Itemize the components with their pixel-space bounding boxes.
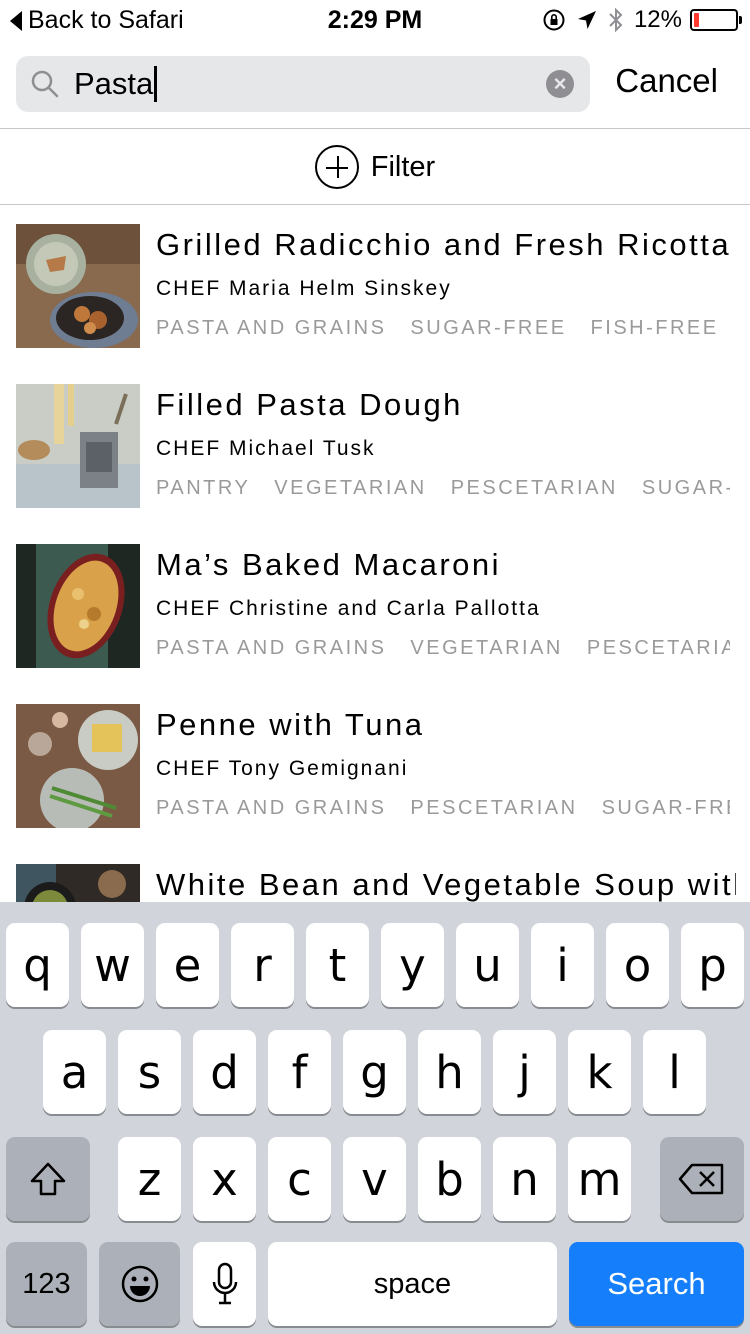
filter-button[interactable]: Filter [0,129,750,205]
key-x[interactable]: x [193,1137,256,1221]
search-input-value: Pasta [74,66,154,101]
back-to-safari-label: Back to Safari [28,6,184,34]
emoji-key[interactable] [99,1242,180,1326]
status-indicators: 12% [532,6,742,34]
microphone-icon [212,1262,237,1305]
key-c[interactable]: c [268,1137,331,1221]
plus-circle-icon [314,145,359,189]
recipe-chef: CHEF Tony Gemignani [156,757,409,780]
recipe-thumbnail [16,224,140,348]
keyboard: qwertyuiop asdfghjkl zxcvbnm 123 space S… [0,902,750,1334]
key-t[interactable]: t [306,923,369,1007]
location-arrow-icon [577,11,596,29]
dictation-key[interactable] [193,1242,256,1326]
recipe-chef: CHEF Michael Tusk [156,437,376,460]
filter-label: Filter [370,150,436,183]
emoji-icon [121,1265,158,1303]
back-arrow-icon [10,10,22,31]
recipe-chef: CHEF Christine and Carla Pallotta [156,597,541,620]
key-h[interactable]: h [418,1030,481,1114]
key-g[interactable]: g [343,1030,406,1114]
shift-icon [30,1162,66,1196]
cancel-button[interactable]: Cancel [615,62,718,100]
key-v[interactable]: v [343,1137,406,1221]
key-m[interactable]: m [568,1137,631,1221]
key-d[interactable]: d [193,1030,256,1114]
recipe-thumbnail [16,864,140,902]
recipe-tag: PESCETARIAN [586,637,730,659]
recipe-title: White Bean and Vegetable Soup with [156,867,736,902]
search-bar: Pasta × Cancel [16,56,734,112]
battery-percentage: 12% [633,6,682,33]
key-p[interactable]: p [681,923,744,1007]
key-w[interactable]: w [81,923,144,1007]
recipe-tag: PASTA AND GRAINS [156,637,387,659]
clear-x-icon: × [553,71,567,96]
recipe-title: Penne with Tuna [156,707,425,742]
key-l[interactable]: l [643,1030,706,1114]
key-i[interactable]: i [531,923,594,1007]
search-field[interactable]: Pasta × [16,56,590,112]
key-j[interactable]: j [493,1030,556,1114]
key-b[interactable]: b [418,1137,481,1221]
clear-search-button[interactable]: × [546,70,574,98]
recipe-title: Ma’s Baked Macaroni [156,547,502,582]
key-o[interactable]: o [606,923,669,1007]
key-z[interactable]: z [118,1137,181,1221]
recipe-tags: PASTA AND GRAINS VEGETARIAN PESCETARIAN [156,637,730,660]
key-e[interactable]: e [156,923,219,1007]
list-item[interactable]: Ma’s Baked Macaroni CHEF Christine and C… [0,525,750,685]
recipe-tag: VEGETARIAN [274,477,427,499]
list-item[interactable]: Grilled Radicchio and Fresh Ricotta CHEF… [0,205,750,365]
recipe-thumbnail [16,384,140,508]
battery-icon [690,9,742,31]
space-key[interactable]: space [268,1242,557,1326]
search-input[interactable]: Pasta [74,65,158,103]
key-k[interactable]: k [568,1030,631,1114]
battery-fill [694,13,699,27]
recipe-tags: PASTA AND GRAINS PESCETARIAN SUGAR-FREE [156,797,730,820]
key-n[interactable]: n [493,1137,556,1221]
key-q[interactable]: q [6,923,69,1007]
recipe-title: Filled Pasta Dough [156,387,463,422]
search-icon [31,70,59,98]
list-item[interactable]: Filled Pasta Dough CHEF Michael Tusk PAN… [0,365,750,525]
recipe-tag: SUGAR-FREE [641,477,730,499]
recipe-title: Grilled Radicchio and Fresh Ricotta [156,227,732,262]
recipe-tag: FISH-FREE [590,317,719,339]
recipe-tag: PANTRY [156,477,251,499]
recipe-thumbnail [16,544,140,668]
recipe-tag: PASTA AND GRAINS [156,317,387,339]
key-a[interactable]: a [43,1030,106,1114]
recipe-chef: CHEF Maria Helm Sinskey [156,277,452,300]
shift-key[interactable] [6,1137,90,1221]
recipe-tag: PESCETARIAN [450,477,618,499]
key-u[interactable]: u [456,923,519,1007]
recipe-thumbnail [16,704,140,828]
recipe-tags: PANTRY VEGETARIAN PESCETARIAN SUGAR-FREE [156,477,730,500]
key-s[interactable]: s [118,1030,181,1114]
orientation-lock-icon [543,9,565,31]
text-cursor [154,66,158,102]
recipe-tag: PASTA AND GRAINS [156,797,387,819]
key-r[interactable]: r [231,923,294,1007]
recipe-tag: PESCETARIAN [410,797,578,819]
list-item[interactable]: White Bean and Vegetable Soup with [0,845,750,902]
key-f[interactable]: f [268,1030,331,1114]
back-to-safari-button[interactable]: Back to Safari [10,6,184,35]
recipe-tag: VEGETARIAN [410,637,563,659]
backspace-key[interactable] [660,1137,744,1221]
results-list: Grilled Radicchio and Fresh Ricotta CHEF… [0,205,750,902]
recipe-tag: SUGAR-FREE [410,317,567,339]
search-key[interactable]: Search [569,1242,744,1326]
recipe-tag: SUGAR-FREE [601,797,730,819]
key-y[interactable]: y [381,923,444,1007]
status-bar: Back to Safari 2:29 PM 12% [0,0,750,40]
numbers-key[interactable]: 123 [6,1242,87,1326]
bluetooth-icon [609,7,623,33]
backspace-icon [678,1163,724,1195]
list-item[interactable]: Penne with Tuna CHEF Tony Gemignani PAST… [0,685,750,845]
recipe-tags: PASTA AND GRAINS SUGAR-FREE FISH-FREE [156,317,730,340]
